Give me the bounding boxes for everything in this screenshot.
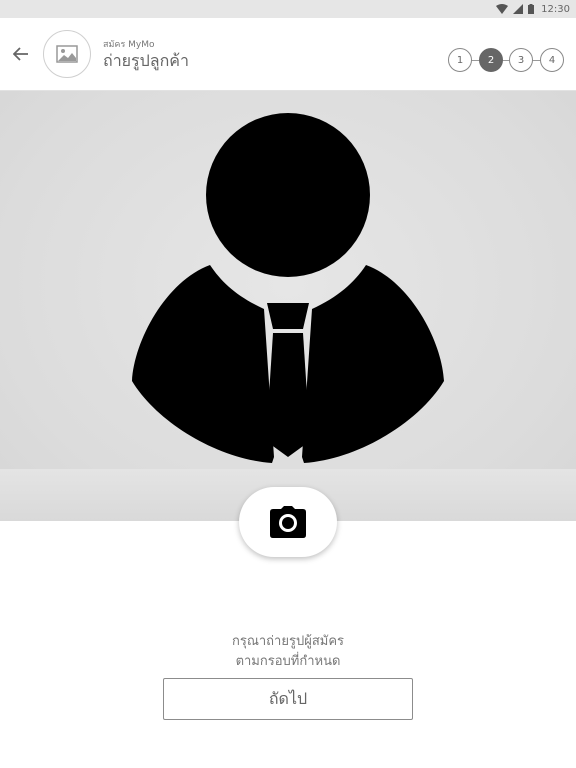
next-button[interactable]: ถัดไป bbox=[163, 678, 413, 720]
instruction-line-2: ตามกรอบที่กำหนด bbox=[235, 654, 341, 669]
step-1: 1 bbox=[448, 48, 472, 72]
page-title: ถ่ายรูปลูกค้า bbox=[103, 51, 189, 70]
status-bar: 12:30 bbox=[0, 0, 576, 18]
camera-button[interactable] bbox=[239, 487, 337, 557]
back-button[interactable] bbox=[11, 44, 31, 64]
camera-icon bbox=[270, 506, 306, 538]
arrow-left-icon bbox=[13, 47, 28, 61]
person-silhouette-icon bbox=[132, 113, 444, 463]
image-placeholder-icon bbox=[56, 45, 78, 63]
status-time: 12:30 bbox=[541, 3, 570, 15]
step-4: 4 bbox=[540, 48, 564, 72]
signal-icon bbox=[513, 4, 524, 14]
step-3: 3 bbox=[509, 48, 533, 72]
avatar bbox=[43, 30, 91, 78]
wifi-icon bbox=[496, 4, 509, 14]
step-2: 2 bbox=[479, 48, 503, 72]
battery-icon bbox=[528, 4, 535, 14]
photo-preview-area bbox=[0, 91, 576, 521]
instruction-line-1: กรุณาถ่ายรูปผู้สมัคร bbox=[231, 634, 345, 649]
header: สมัคร MyMo ถ่ายรูปลูกค้า 1 2 3 4 bbox=[0, 18, 576, 91]
step-connector-line bbox=[460, 60, 552, 61]
step-indicator: 1 2 3 4 bbox=[448, 48, 566, 72]
